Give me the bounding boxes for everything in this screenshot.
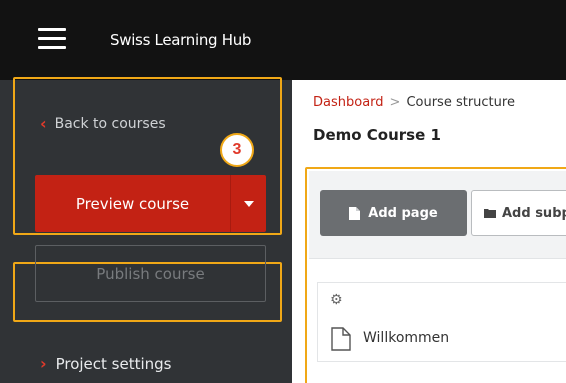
add-subpage-label: Add subp	[502, 205, 566, 221]
add-subpage-button[interactable]: Add subp	[471, 190, 566, 236]
project-settings-link[interactable]: › Project settings	[40, 354, 172, 373]
breadcrumb-current: Course structure	[406, 95, 515, 110]
hamburger-menu-icon[interactable]	[38, 28, 66, 50]
file-icon	[349, 206, 361, 220]
preview-course-button[interactable]: Preview course	[35, 175, 230, 232]
top-bar: Swiss Learning Hub	[0, 0, 566, 80]
page-item-name[interactable]: Willkommen	[363, 330, 449, 346]
caret-down-icon	[243, 200, 254, 207]
add-page-button[interactable]: Add page	[320, 190, 467, 236]
preview-options-dropdown-button[interactable]	[230, 175, 266, 232]
tutorial-step-badge: 3	[220, 133, 254, 167]
breadcrumb-dashboard-link[interactable]: Dashboard	[313, 95, 384, 110]
breadcrumb-separator: >	[389, 95, 401, 110]
publish-course-button[interactable]: Publish course	[35, 245, 266, 302]
chevron-right-icon: ›	[40, 354, 47, 373]
app-title: Swiss Learning Hub	[110, 31, 252, 49]
project-settings-label: Project settings	[55, 354, 172, 373]
page-list-item	[317, 282, 566, 362]
page-icon	[331, 327, 351, 351]
page-title: Demo Course 1	[313, 126, 441, 144]
gear-icon[interactable]: ⚙	[330, 292, 343, 308]
folder-icon	[484, 209, 496, 218]
add-page-label: Add page	[368, 205, 438, 221]
breadcrumb: Dashboard > Course structure	[313, 95, 515, 110]
